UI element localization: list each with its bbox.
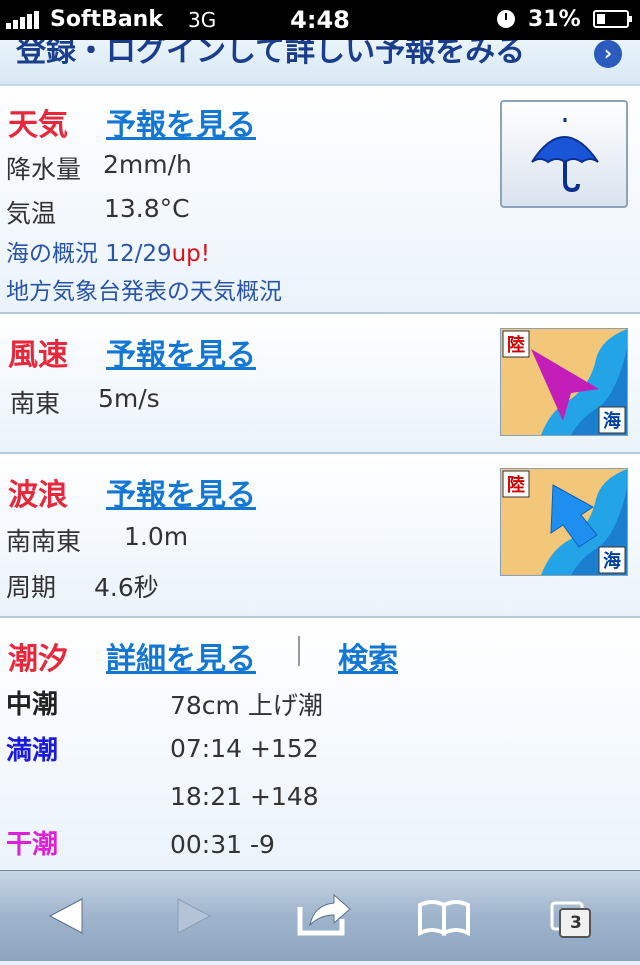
waves-section: 波浪 予報を見る 南南東 1.0m 周期 4.6秒 陸 海 bbox=[0, 454, 640, 618]
waves-forecast-link[interactable]: 予報を見る bbox=[106, 470, 256, 514]
browser-toolbar: 3 bbox=[0, 870, 640, 961]
tide-section: 潮汐 詳細を見る 検索 中潮 78cm 上げ潮 満潮 07:14 +152 18… bbox=[0, 618, 640, 878]
wave-direction: 南南東 bbox=[6, 527, 82, 556]
back-icon[interactable] bbox=[24, 871, 104, 961]
wind-direction: 南東 bbox=[10, 389, 61, 418]
wave-period-value: 4.6秒 bbox=[94, 573, 159, 602]
land-label: 陸 bbox=[507, 334, 525, 356]
chevron-right-circle-icon[interactable]: › bbox=[594, 40, 622, 68]
sea-label: 海 bbox=[603, 410, 621, 432]
alarm-clock-icon bbox=[497, 10, 515, 28]
wave-direction-icon[interactable]: 陸 海 bbox=[500, 468, 628, 576]
high-tide-1: 07:14 +152 bbox=[170, 734, 319, 763]
tide-details-link[interactable]: 詳細を見る bbox=[106, 634, 256, 678]
wind-section: 風速 予報を見る 南東 5m/s 陸 海 bbox=[0, 314, 640, 454]
weather-title: 天気 bbox=[8, 108, 68, 143]
wave-height: 1.0m bbox=[124, 522, 189, 551]
low-tide-1: 00:31 -9 bbox=[170, 830, 275, 859]
tide-current: 78cm 上げ潮 bbox=[170, 691, 323, 720]
sea-label: 海 bbox=[603, 550, 621, 572]
wave-period-label: 周期 bbox=[6, 573, 57, 602]
wind-direction-icon[interactable]: 陸 海 bbox=[500, 328, 628, 436]
low-tide-label: 干潮 bbox=[6, 830, 59, 860]
wind-title: 風速 bbox=[8, 338, 68, 373]
sea-summary-link[interactable]: 海の概況 12/29up! bbox=[6, 234, 210, 268]
tide-search-link[interactable]: 検索 bbox=[338, 634, 398, 678]
rain-value: 2mm/h bbox=[103, 150, 192, 179]
battery-icon bbox=[593, 10, 632, 28]
weather-section: 天気 予報を見る 降水量 2mm/h 気温 13.8°C 海の概況 12/29u… bbox=[0, 86, 640, 314]
land-label: 陸 bbox=[507, 474, 525, 496]
sea-summary-text[interactable]: 海の概況 12/29 bbox=[6, 241, 172, 267]
wind-speed: 5m/s bbox=[98, 384, 160, 413]
temperature-label: 気温 bbox=[6, 199, 57, 228]
temperature-value: 13.8°C bbox=[104, 194, 190, 223]
tide-type-label: 中潮 bbox=[6, 690, 59, 720]
local-summary-link[interactable]: 地方気象台発表の天気概況 bbox=[6, 272, 282, 306]
umbrella-icon[interactable] bbox=[500, 100, 628, 208]
waves-title: 波浪 bbox=[8, 478, 68, 513]
link-separator bbox=[298, 636, 300, 666]
login-banner-text[interactable]: 登録・ログインして詳しい予報をみる bbox=[16, 40, 525, 70]
rain-label: 降水量 bbox=[6, 155, 82, 184]
high-tide-2: 18:21 +148 bbox=[170, 782, 319, 811]
tide-title: 潮汐 bbox=[8, 642, 68, 677]
status-bar: SoftBank 3G 4:48 31% bbox=[0, 0, 640, 40]
forward-icon[interactable] bbox=[152, 871, 232, 961]
bookmarks-icon[interactable] bbox=[404, 871, 484, 961]
battery-percent: 31% bbox=[528, 7, 581, 32]
weather-forecast-link[interactable]: 予報を見る bbox=[106, 100, 256, 144]
sea-summary-badge: up! bbox=[171, 241, 210, 267]
tabs-icon[interactable]: 3 bbox=[536, 871, 616, 961]
wind-forecast-link[interactable]: 予報を見る bbox=[106, 330, 256, 374]
login-banner[interactable]: 登録・ログインして詳しい予報をみる › bbox=[0, 40, 640, 86]
share-icon[interactable] bbox=[286, 871, 366, 961]
tab-count: 3 bbox=[570, 913, 582, 933]
high-tide-label: 満潮 bbox=[6, 736, 59, 766]
